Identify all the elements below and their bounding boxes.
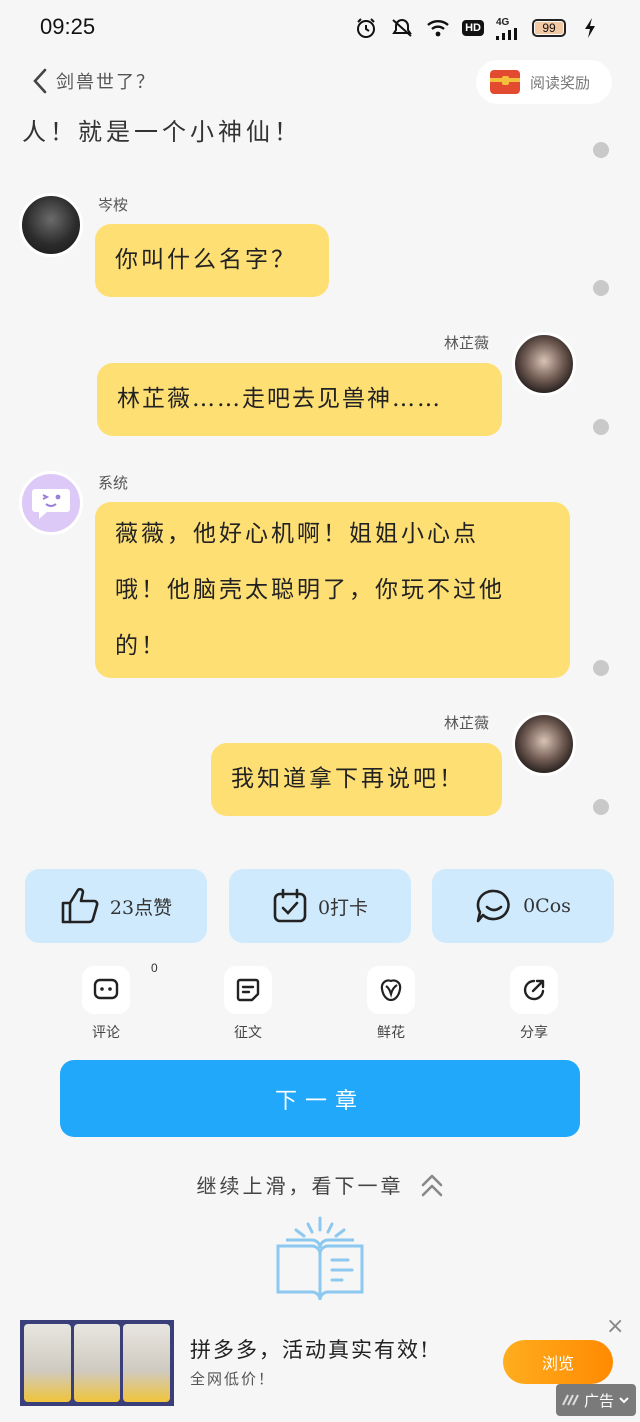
- message-line: 哦！他脑壳太聪明了，你玩不过他: [115, 577, 505, 603]
- avatar[interactable]: [19, 193, 83, 257]
- avatar[interactable]: [19, 471, 83, 535]
- swipe-hint: 继续上滑，看下一章: [0, 1170, 640, 1199]
- double-chevron-up-icon: [421, 1174, 442, 1196]
- open-book-icon: [276, 1216, 364, 1301]
- ad-banner[interactable]: 拼多多，活动真实有效! 全网低价！ 浏览 × 广告: [0, 1310, 640, 1422]
- sender-name: 林芷薇: [444, 334, 490, 352]
- flower-button[interactable]: 鲜花: [356, 966, 426, 1042]
- checkin-button[interactable]: 0打卡: [229, 869, 411, 943]
- message-dot[interactable]: [593, 419, 609, 435]
- message-dot[interactable]: [593, 799, 609, 815]
- share-label: 分享: [520, 1025, 548, 1041]
- battery-level: 99: [542, 21, 556, 35]
- hd-badge: HD: [462, 20, 484, 36]
- cos-count: 0Cos: [523, 895, 571, 917]
- message-bubble: 你叫什么名字？: [95, 224, 329, 297]
- thumbs-up-icon: [61, 887, 99, 924]
- share-icon-box: [510, 966, 558, 1014]
- checkin-count: 0打卡: [317, 896, 369, 919]
- previous-message-text: 人！就是一个小神仙！: [22, 118, 302, 146]
- reading-reward-button[interactable]: 阅读奖励: [476, 60, 612, 104]
- ad-phone-image: [123, 1324, 171, 1402]
- sender-name: 岑桉: [98, 196, 129, 214]
- ad-browse-button[interactable]: 浏览: [503, 1340, 613, 1384]
- like-count: 23点赞: [109, 896, 173, 919]
- comment-button[interactable]: 评论: [71, 966, 141, 1042]
- message-dot[interactable]: [593, 280, 609, 296]
- essay-button[interactable]: 征文: [213, 966, 283, 1042]
- message-dot[interactable]: [593, 660, 609, 676]
- message-bubble: 我知道拿下再说吧！: [211, 743, 502, 816]
- chat-bubble-icon: [476, 889, 510, 923]
- message-dot[interactable]: [593, 142, 609, 158]
- essay-icon-box: [224, 966, 272, 1014]
- document-icon: [236, 978, 260, 1002]
- chevron-left-icon: [33, 68, 47, 94]
- comment-icon: [93, 978, 119, 1000]
- battery-icon: 99: [532, 19, 566, 37]
- avatar[interactable]: [512, 712, 576, 776]
- status-bar: 09:25 HD 4G 99: [0, 0, 640, 56]
- comment-count: 0: [151, 961, 158, 975]
- network-type: 4G: [496, 16, 510, 28]
- flower-icon-box: [367, 966, 415, 1014]
- chevron-down-icon: [619, 1397, 629, 1404]
- wifi-icon: [426, 16, 450, 40]
- avatar[interactable]: [512, 332, 576, 396]
- sender-name: 系统: [98, 474, 129, 492]
- status-time: 09:25: [40, 14, 96, 39]
- ad-phone-image: [24, 1324, 71, 1402]
- back-button[interactable]: 剑兽世了？: [32, 68, 156, 94]
- like-button[interactable]: 23点赞: [25, 869, 207, 943]
- essay-label: 征文: [234, 1025, 262, 1041]
- comment-label: 评论: [92, 1025, 120, 1041]
- ad-badge[interactable]: 广告: [556, 1384, 636, 1416]
- cos-button[interactable]: 0Cos: [432, 869, 614, 943]
- signal-icon: 4G: [496, 16, 520, 40]
- ad-title[interactable]: 拼多多，活动真实有效!: [190, 1334, 430, 1364]
- calendar-check-icon: [273, 888, 307, 923]
- alarm-icon: [354, 16, 378, 40]
- share-icon: [523, 979, 545, 1001]
- message-line: 薇薇，他好心机啊！姐姐小心点: [115, 521, 479, 547]
- chat-bot-icon: [32, 489, 70, 519]
- sender-name: 林芷薇: [444, 714, 490, 732]
- swipe-hint-text: 继续上滑，看下一章: [196, 1174, 404, 1198]
- ad-close-button[interactable]: ×: [606, 1314, 624, 1339]
- charging-icon: [578, 16, 602, 40]
- flower-icon: [380, 979, 402, 1002]
- mute-icon: [390, 16, 414, 40]
- reading-reward-label: 阅读奖励: [530, 73, 591, 92]
- flower-label: 鲜花: [377, 1025, 405, 1041]
- message-line: 的！: [115, 633, 167, 659]
- chapter-title: 剑兽世了？: [56, 72, 156, 93]
- message-bubble: 薇薇，他好心机啊！姐姐小心点 哦！他脑壳太聪明了，你玩不过他 的！: [95, 502, 570, 678]
- status-icons: HD 4G 99: [354, 16, 602, 40]
- treasure-chest-icon: [490, 70, 520, 94]
- ad-logo-icon: [562, 1394, 579, 1406]
- next-chapter-button[interactable]: 下一章: [60, 1060, 580, 1137]
- message-bubble: 林芷薇……走吧去见兽神……: [97, 363, 502, 436]
- ad-subtitle: 全网低价！: [190, 1370, 276, 1388]
- comment-icon-box: [82, 966, 130, 1014]
- share-button[interactable]: 分享: [499, 966, 569, 1042]
- ad-image[interactable]: [20, 1320, 174, 1406]
- ad-phone-image: [73, 1324, 121, 1402]
- ad-badge-label: 广告: [583, 1391, 614, 1410]
